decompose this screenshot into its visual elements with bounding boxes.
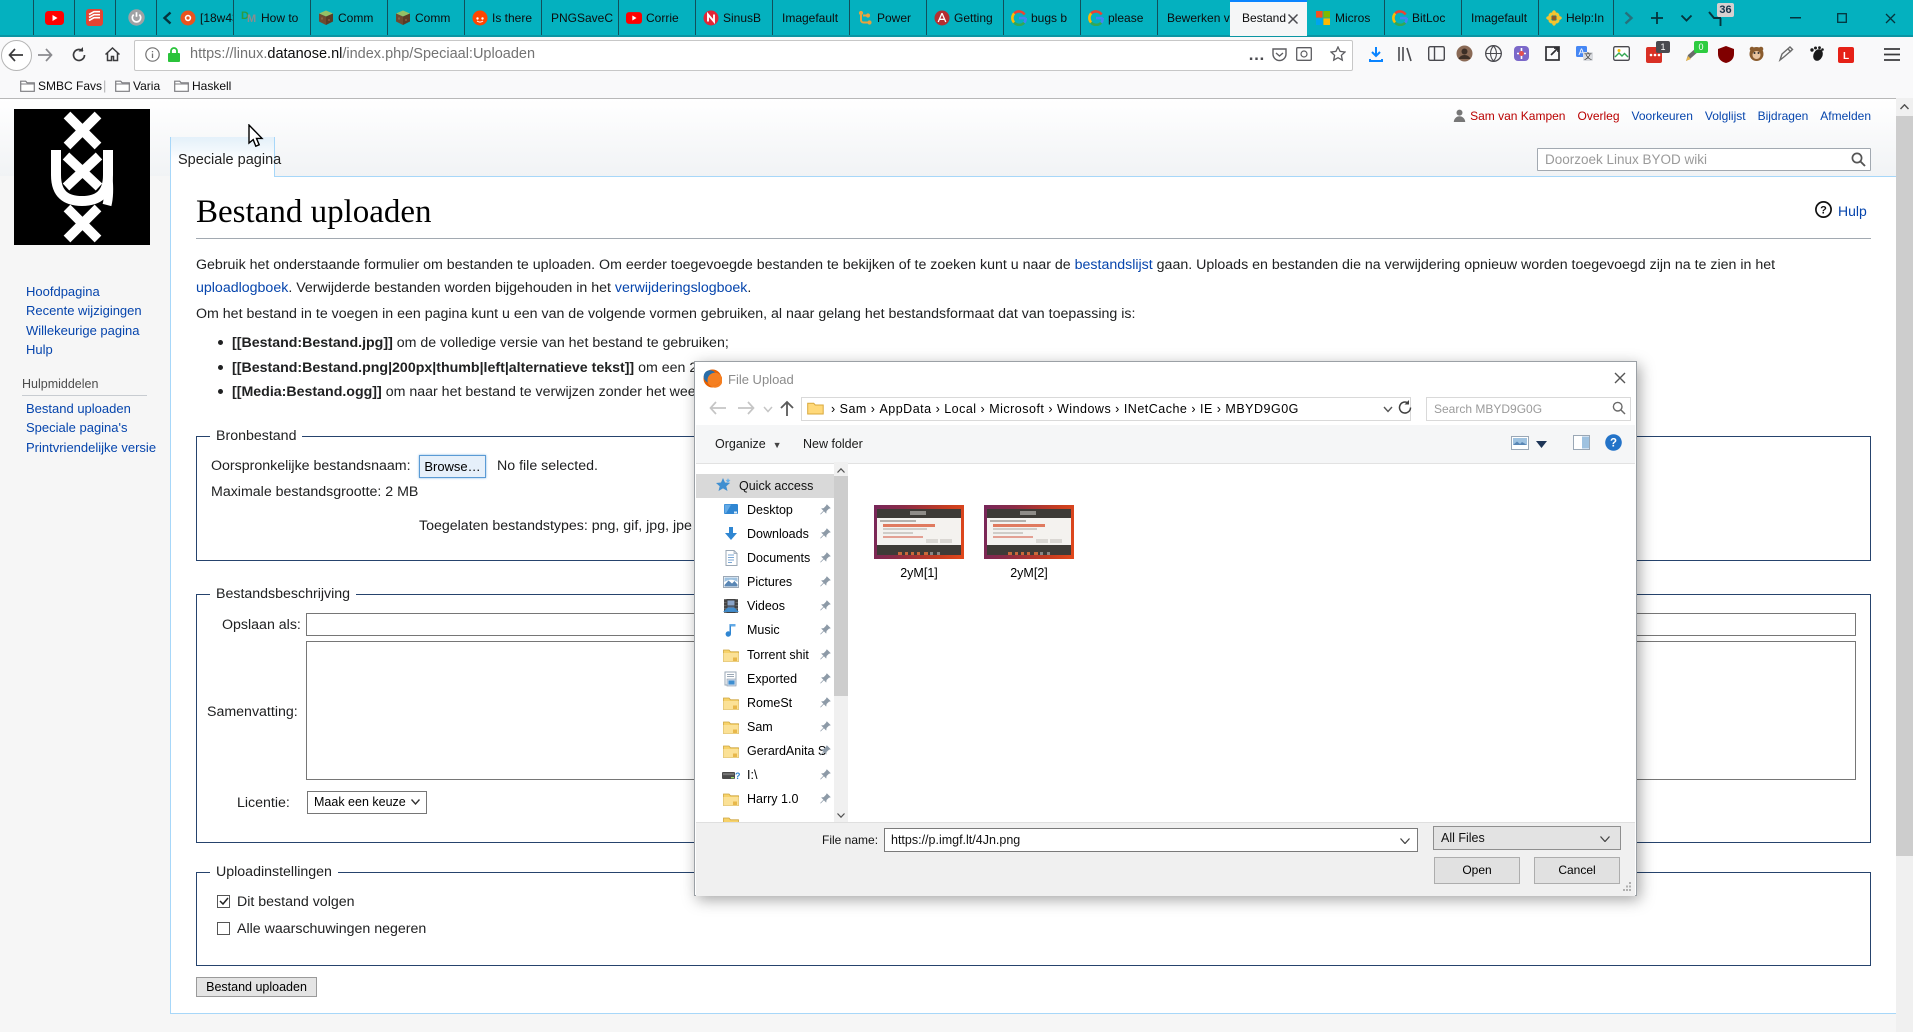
svg-text:文: 文 <box>1584 51 1592 61</box>
svg-text:?: ? <box>1610 438 1617 450</box>
svg-text:?: ? <box>1820 205 1827 217</box>
svg-text:L: L <box>1843 51 1849 62</box>
svg-text:?: ? <box>735 771 740 781</box>
